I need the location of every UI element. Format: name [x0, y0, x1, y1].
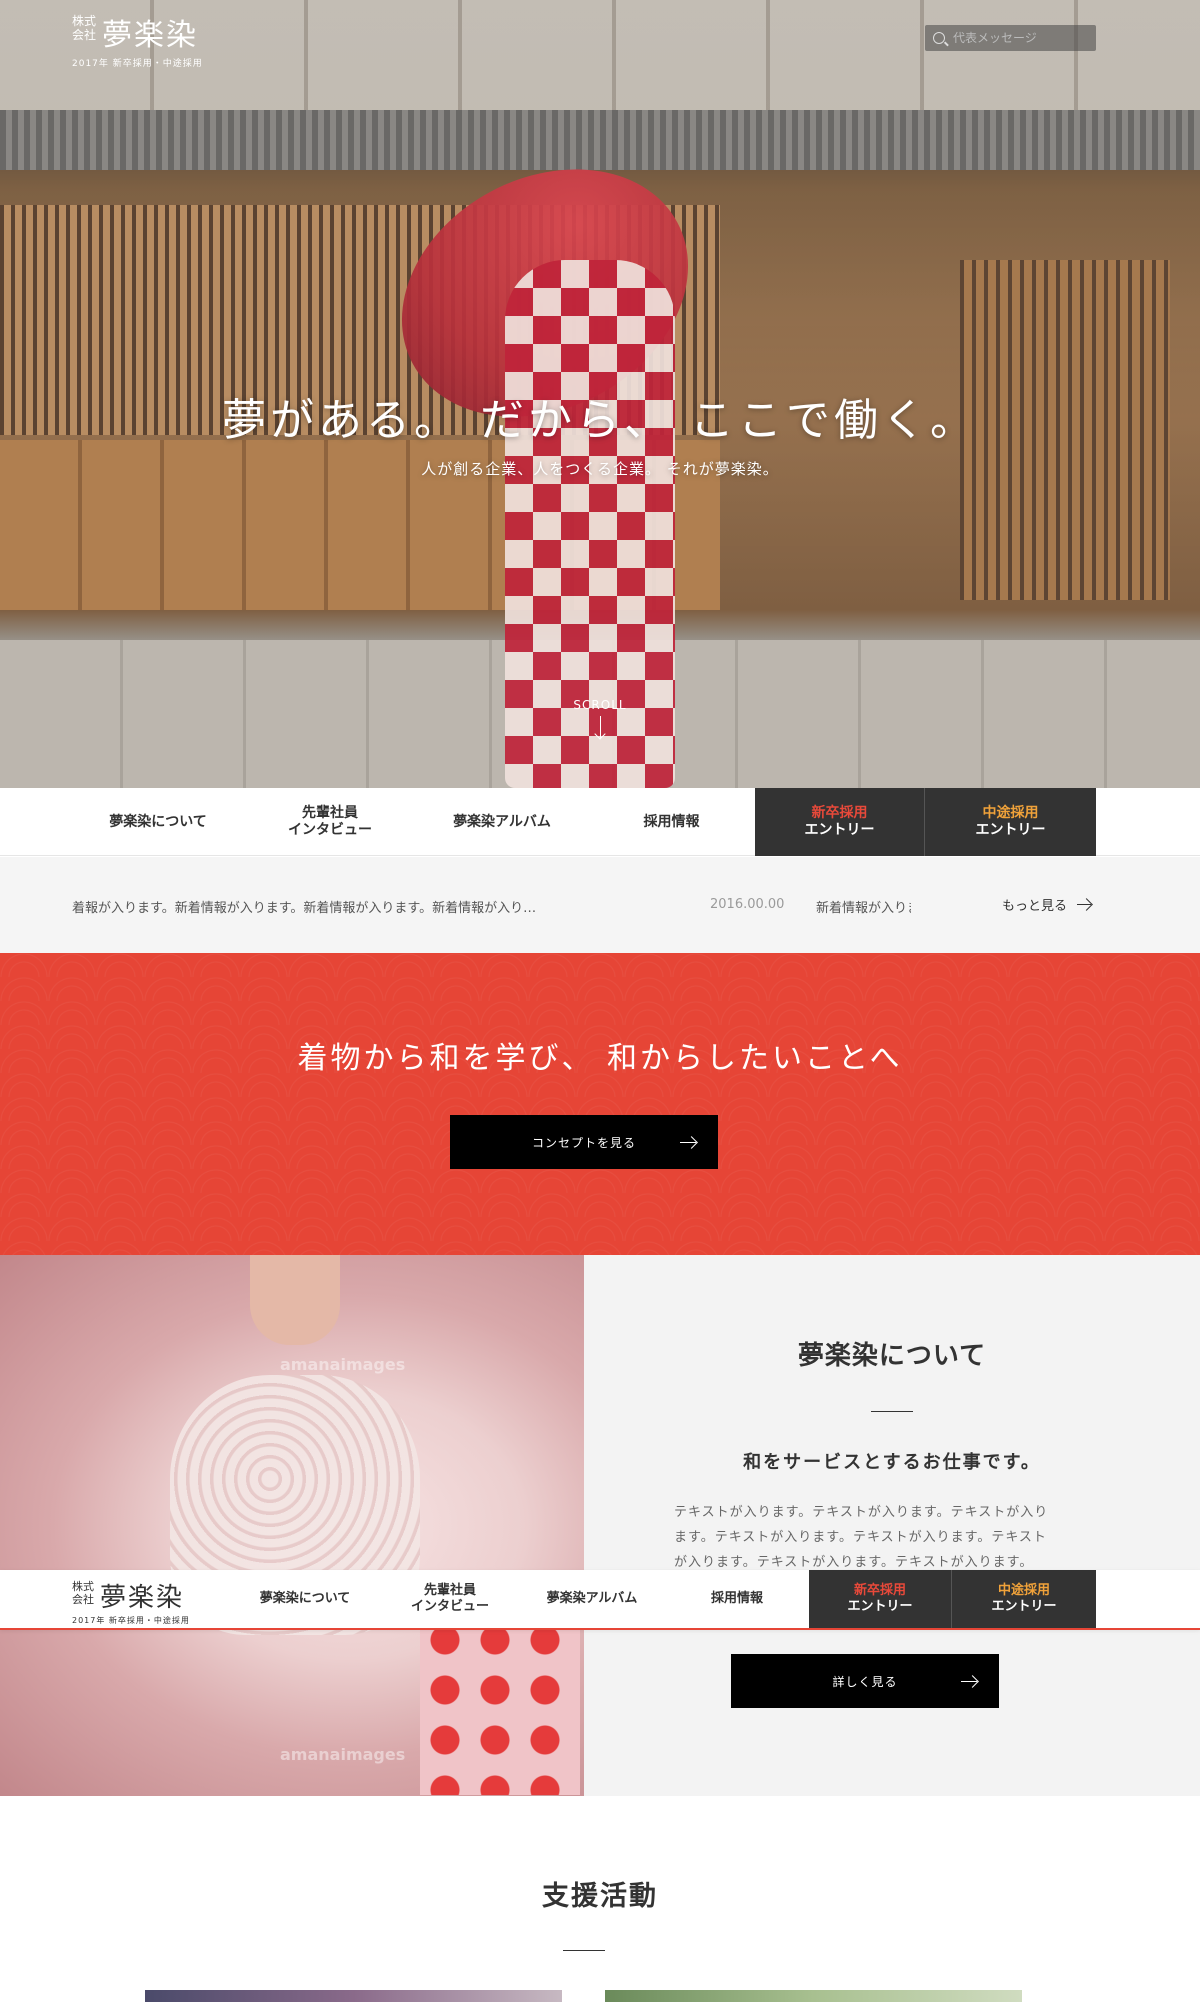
support-card-image[interactable]	[145, 1990, 562, 2002]
about-more-label: 詳しく見る	[832, 1674, 898, 1689]
nav-item-label: 夢楽染アルバム	[453, 813, 551, 830]
about-subheading: 和をサービスとするお仕事です。	[743, 1452, 1041, 1473]
concept-button[interactable]: コンセプトを見る	[450, 1115, 718, 1169]
arrow-right-icon	[961, 1681, 977, 1682]
sticky-nav: 株式 会社 夢楽染 2017年 新卒採用・中途採用 夢楽染について 先輩社員 インタ…	[0, 1570, 1200, 1630]
nav-item-about[interactable]: 夢楽染について	[72, 788, 244, 856]
news-more-label: もっと見る	[1002, 899, 1068, 914]
nav-item-label: 採用情報	[643, 813, 700, 830]
nav-item-label: 先輩社員 インタビュー	[288, 805, 372, 838]
nav-item-about[interactable]: 夢楽染について	[240, 1570, 370, 1628]
hero-headline: 夢がある。 だから、 ここで働く。	[222, 395, 978, 446]
about-heading: 夢楽染について	[797, 1341, 987, 1371]
nav-item-interview[interactable]: 先輩社員 インタビュー	[385, 1570, 515, 1628]
search-input[interactable]	[953, 31, 1083, 45]
logo-name: 夢楽染	[102, 18, 198, 53]
hero-section: 株式 会社夢楽染 2017年 新卒採用・中途採用 夢がある。 だから、 ここで働…	[0, 0, 1200, 788]
news-more-link[interactable]: もっと見る	[1002, 895, 1092, 914]
logo-kabushiki: 株式 会社	[72, 1580, 94, 1606]
nav-divider	[951, 1570, 952, 1628]
news-item-text[interactable]: 着報が入ります。新着情報が入ります。新着情報が入ります。新着情報が入り…	[72, 897, 536, 916]
entry-mid-career-button[interactable]: 中途採用 エントリー	[952, 1570, 1096, 1628]
image-watermark: amanaimages	[280, 1745, 406, 1764]
about-body-text: テキストが入ります。テキストが入ります。テキストが入ります。テキストが入ります。…	[674, 1505, 1049, 1570]
hero-tagline: 人が創る企業、人をつくる企業。 それが夢楽染。	[421, 460, 779, 478]
sticky-logo[interactable]: 株式 会社 夢楽染 2017年 新卒採用・中途採用	[72, 1577, 190, 1626]
logo-subtitle: 2017年 新卒採用・中途採用	[72, 1616, 190, 1625]
logo-subtitle: 2017年 新卒採用・中途採用	[72, 59, 203, 69]
search-icon[interactable]	[933, 32, 945, 44]
image-watermark: amanaimages	[280, 1355, 406, 1374]
entry-new-graduate-button[interactable]: 新卒採用 エントリー	[809, 1570, 951, 1628]
nav-item-label: 夢楽染について	[109, 813, 207, 830]
concept-heading: 着物から和を学び、 和からしたいことへ	[297, 1041, 903, 1076]
news-ticker: 着報が入ります。新着情報が入ります。新着情報が入ります。新着情報が入り… 201…	[0, 857, 1200, 953]
about-section: 夢楽染について 和をサービスとするお仕事です。 テキストが入ります。テキストが入…	[584, 1255, 1200, 1796]
nav-item-album[interactable]: 夢楽染アルバム	[416, 788, 588, 856]
scroll-indicator[interactable]: SCROLL	[0, 698, 1200, 738]
logo-kabushiki: 株式 会社	[72, 14, 97, 42]
news-date: 2016.00.00	[710, 897, 785, 912]
news-item-text[interactable]: 新着情報が入ります。新着情報が入ります。	[816, 897, 911, 916]
scroll-label: SCROLL	[573, 698, 627, 712]
main-nav: 夢楽染について 先輩社員 インタビュー 夢楽染アルバム 採用情報 新卒採用 エントリ…	[0, 788, 1200, 856]
hero-copy: 夢がある。 だから、 ここで働く。 人が創る企業、人をつくる企業。 それが夢楽染…	[0, 384, 1200, 479]
concept-section: 着物から和を学び、 和からしたいことへ コンセプトを見る	[0, 953, 1200, 1255]
arrow-right-icon	[680, 1142, 696, 1143]
nav-divider	[924, 788, 925, 856]
about-kimono-image: amanaimages amanaimages	[0, 1255, 584, 1796]
about-more-button[interactable]: 詳しく見る	[731, 1654, 999, 1708]
heading-divider	[563, 1950, 605, 1951]
nav-item-recruit[interactable]: 採用情報	[672, 1570, 802, 1628]
arrow-right-icon	[1077, 904, 1092, 905]
concept-button-label: コンセプトを見る	[531, 1135, 636, 1150]
hero-bg-roof	[0, 110, 1200, 170]
entry-mid-career-button[interactable]: 中途採用 エントリー	[925, 788, 1096, 856]
site-logo[interactable]: 株式 会社 夢楽染 2017年 新卒採用・中途採用	[72, 10, 203, 69]
arrow-down-icon	[599, 716, 601, 738]
nav-item-recruit[interactable]: 採用情報	[588, 788, 755, 856]
heading-divider	[871, 1411, 913, 1412]
nav-item-album[interactable]: 夢楽染アルバム	[527, 1570, 657, 1628]
entry-new-graduate-button[interactable]: 新卒採用 エントリー	[755, 788, 924, 856]
logo-name: 夢楽染	[100, 1583, 185, 1613]
support-card-image[interactable]	[605, 1990, 1022, 2002]
support-heading: 支援活動	[542, 1881, 658, 1912]
nav-item-interview[interactable]: 先輩社員 インタビュー	[244, 788, 416, 856]
search-box	[925, 25, 1096, 51]
